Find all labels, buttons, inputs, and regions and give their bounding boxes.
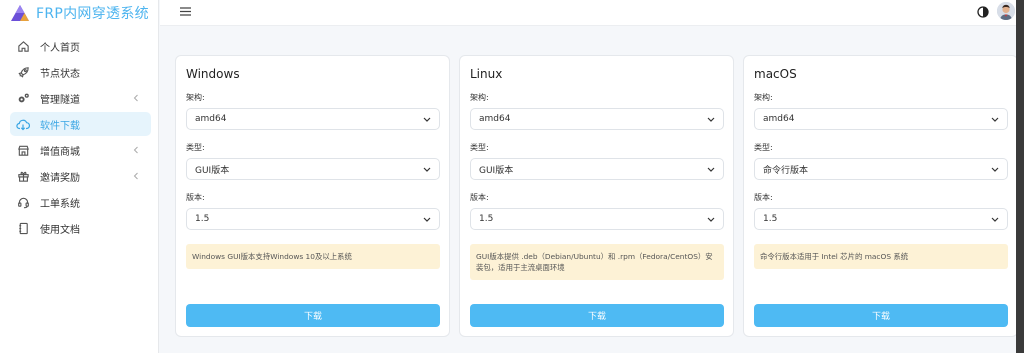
version-label: 版本: [470, 193, 489, 202]
gears-icon [16, 91, 30, 105]
arch-select[interactable]: amd64 [754, 108, 1008, 130]
version-select[interactable]: 1.5 [186, 208, 440, 230]
sidebar-item-label: 增值商城 [40, 146, 80, 158]
sidebar-item-label: 使用文档 [40, 224, 80, 236]
sidebar-item-label: 工单系统 [40, 198, 80, 210]
headset-icon [16, 195, 30, 209]
type-value: 命令行版本 [763, 165, 809, 176]
download-card-windows: Windows 架构: amd64 类型: GUI版本 版本: 1.5 Wind… [175, 55, 450, 337]
arch-select[interactable]: amd64 [470, 108, 724, 130]
cloud-download-icon [16, 117, 30, 131]
type-label: 类型: [470, 143, 489, 152]
logo-icon [11, 5, 29, 21]
arch-label: 架构: [186, 93, 205, 102]
type-select[interactable]: GUI版本 [470, 158, 724, 180]
sidebar-item-invite-rewards[interactable]: 邀请奖励 [10, 164, 151, 188]
chevron-left-icon [133, 172, 138, 180]
sidebar-item-label: 节点状态 [40, 68, 80, 80]
theme-toggle-icon[interactable] [977, 6, 989, 18]
version-value: 1.5 [195, 214, 210, 224]
version-select[interactable]: 1.5 [470, 208, 724, 230]
chevron-down-icon [707, 167, 715, 172]
notice-alert: Windows GUI版本支持Windows 10及以上系统 [186, 244, 440, 269]
home-icon [16, 39, 30, 53]
version-value: 1.5 [763, 214, 778, 224]
chevron-down-icon [991, 167, 999, 172]
version-label: 版本: [754, 193, 773, 202]
top-header [160, 0, 1016, 26]
card-title: Linux [470, 67, 503, 81]
sidebar-item-software-download[interactable]: 软件下载 [10, 112, 151, 136]
version-value: 1.5 [479, 214, 494, 224]
sidebar-item-label: 软件下载 [40, 120, 80, 132]
gift-icon [16, 169, 30, 183]
type-value: GUI版本 [195, 165, 230, 176]
arch-value: amd64 [763, 114, 795, 124]
download-button[interactable]: 下载 [470, 304, 724, 327]
arch-label: 架构: [754, 93, 773, 102]
card-title: Windows [186, 67, 240, 81]
sidebar: FRP内网穿透系统 个人首页 节点状态 管理隧道 软件下载 增值商城 邀请奖励 … [0, 0, 159, 353]
type-select[interactable]: 命令行版本 [754, 158, 1008, 180]
download-card-linux: Linux 架构: amd64 类型: GUI版本 版本: 1.5 GUI版本提… [459, 55, 734, 337]
brand[interactable]: FRP内网穿透系统 [10, 0, 149, 26]
type-label: 类型: [186, 143, 205, 152]
arch-value: amd64 [479, 114, 511, 124]
sidebar-item-value-shop[interactable]: 增值商城 [10, 138, 151, 162]
sidebar-item-ticket-system[interactable]: 工单系统 [10, 190, 151, 214]
chevron-left-icon [133, 94, 138, 102]
sidebar-item-manage-tunnels[interactable]: 管理隧道 [10, 86, 151, 110]
download-card-macos: macOS 架构: amd64 类型: 命令行版本 版本: 1.5 命令行版本适… [743, 55, 1018, 337]
arch-label: 架构: [470, 93, 489, 102]
sidebar-item-node-status[interactable]: 节点状态 [10, 60, 151, 84]
type-label: 类型: [754, 143, 773, 152]
version-select[interactable]: 1.5 [754, 208, 1008, 230]
sidebar-item-label: 管理隧道 [40, 94, 80, 106]
sidebar-item-home[interactable]: 个人首页 [10, 34, 151, 58]
chevron-down-icon [423, 167, 431, 172]
sidebar-item-label: 邀请奖励 [40, 172, 80, 184]
shop-icon [16, 143, 30, 157]
version-label: 版本: [186, 193, 205, 202]
app-window: FRP内网穿透系统 个人首页 节点状态 管理隧道 软件下载 增值商城 邀请奖励 … [0, 0, 1018, 353]
hamburger-icon[interactable] [180, 7, 191, 16]
chevron-down-icon [707, 217, 715, 222]
sidebar-item-label: 个人首页 [40, 42, 80, 54]
rocket-icon [16, 65, 30, 79]
chevron-left-icon [133, 146, 138, 154]
chevron-down-icon [423, 217, 431, 222]
type-value: GUI版本 [479, 165, 514, 176]
notice-alert: GUI版本提供 .deb（Debian/Ubuntu）和 .rpm（Fedora… [470, 244, 724, 280]
app-title: FRP内网穿透系统 [36, 6, 149, 22]
download-button[interactable]: 下载 [754, 304, 1008, 327]
type-select[interactable]: GUI版本 [186, 158, 440, 180]
chevron-down-icon [991, 217, 999, 222]
user-avatar[interactable] [997, 2, 1015, 20]
chevron-down-icon [707, 117, 715, 122]
arch-value: amd64 [195, 114, 227, 124]
arch-select[interactable]: amd64 [186, 108, 440, 130]
chevron-down-icon [991, 117, 999, 122]
card-title: macOS [754, 67, 797, 81]
sidebar-nav: 个人首页 节点状态 管理隧道 软件下载 增值商城 邀请奖励 工单系统 使用文档 [10, 34, 151, 242]
sidebar-item-docs[interactable]: 使用文档 [10, 216, 151, 240]
download-button[interactable]: 下载 [186, 304, 440, 327]
notice-alert: 命令行版本适用于 Intel 芯片的 macOS 系统 [754, 244, 1008, 269]
document-icon [16, 221, 30, 235]
chevron-down-icon [423, 117, 431, 122]
window-edge [1016, 0, 1024, 353]
